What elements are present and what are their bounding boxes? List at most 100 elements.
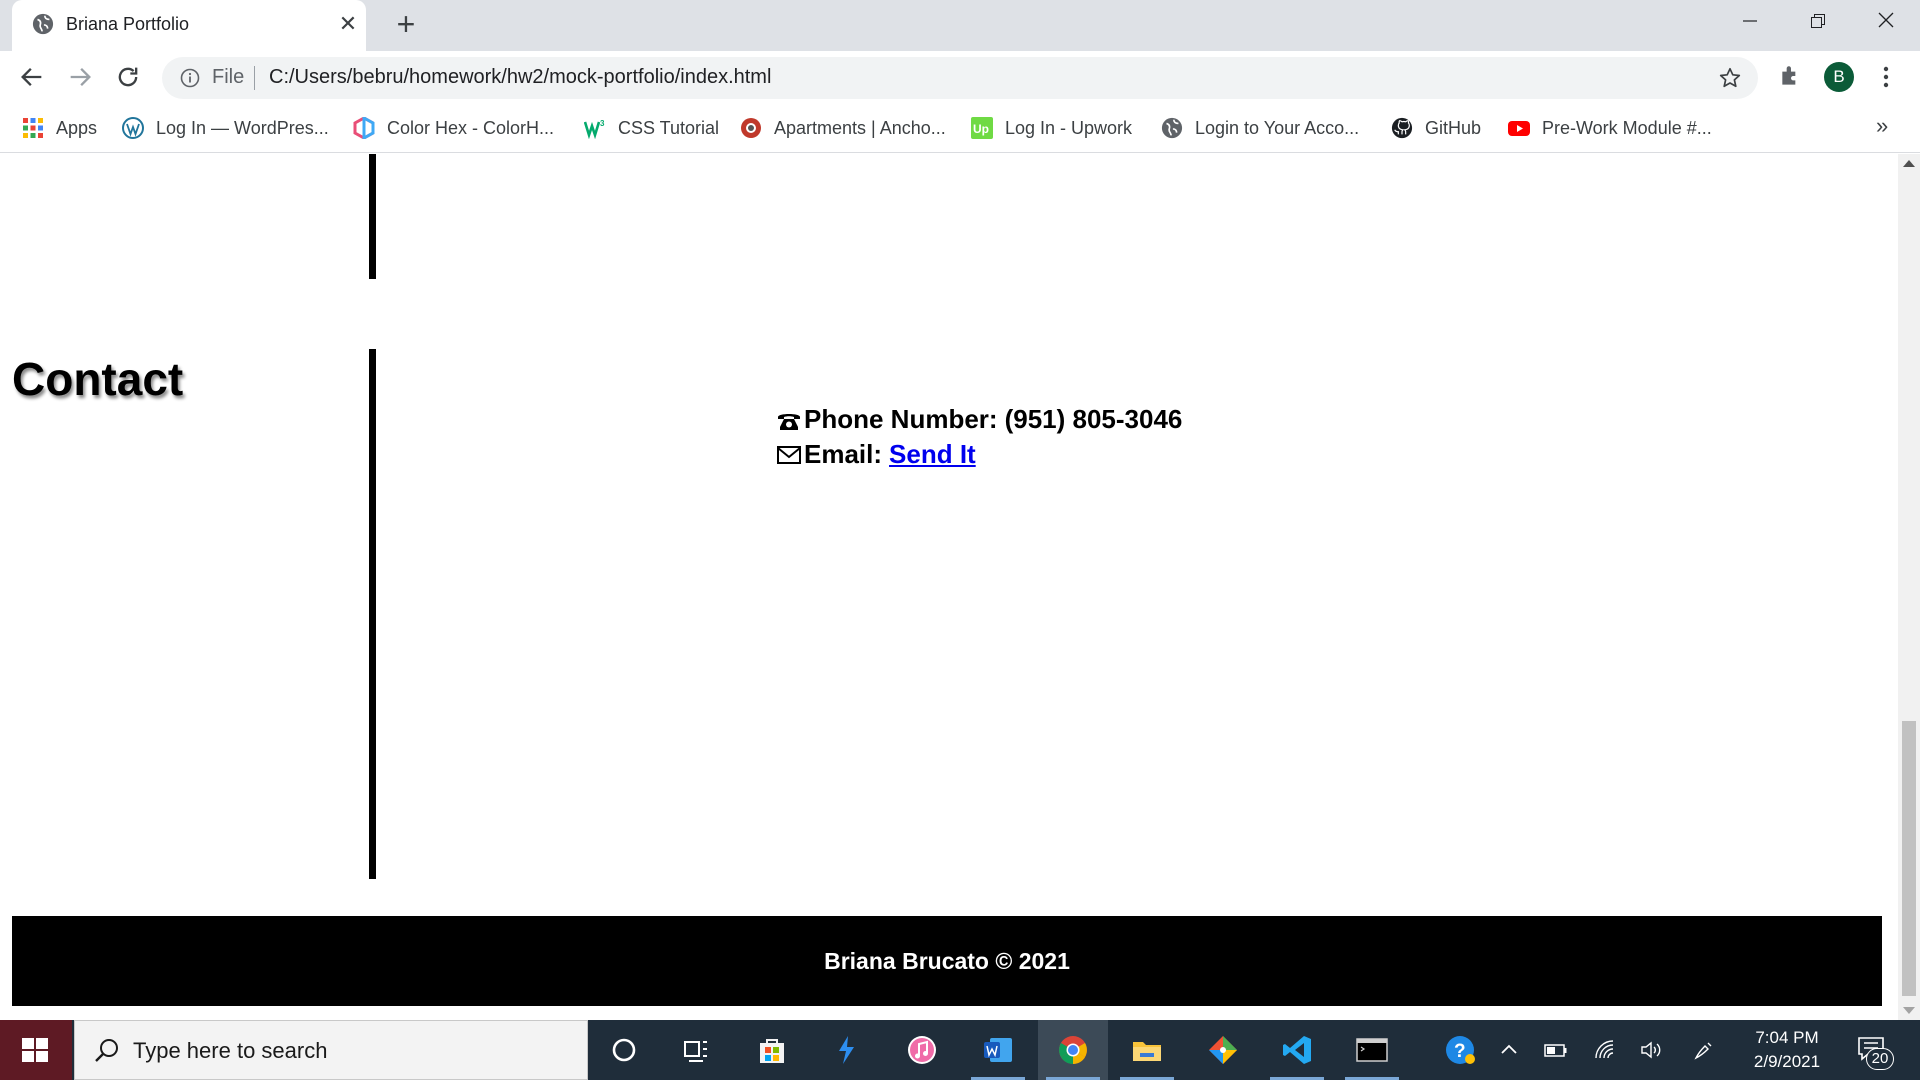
task-view-icon [684, 1041, 707, 1062]
reload-icon[interactable] [114, 63, 142, 91]
svg-text:3: 3 [600, 119, 605, 128]
contact-heading: Contact [12, 353, 184, 405]
windows-taskbar: Type here to search ? 7:04 PM 2/9/2021 2… [0, 1020, 1920, 1080]
itunes-icon [908, 1036, 936, 1064]
taskbar-store[interactable] [737, 1020, 807, 1080]
scroll-thumb[interactable] [1902, 721, 1916, 996]
search-icon [95, 1039, 118, 1062]
new-tab-button[interactable]: + [392, 8, 420, 40]
upwork-icon: Up [971, 117, 993, 139]
help-icon[interactable]: ? [1444, 1034, 1476, 1066]
bookmark-label: CSS Tutorial [618, 117, 720, 138]
phone-line: Phone Number: (951) 805-3046 [776, 404, 1182, 435]
chevron-up-icon[interactable] [1497, 1038, 1521, 1062]
colorhex-icon [353, 117, 375, 139]
profile-avatar[interactable]: B [1824, 62, 1854, 92]
git-icon [1209, 1036, 1237, 1064]
kebab-menu-icon[interactable] [1876, 65, 1896, 89]
footer: Briana Brucato © 2021 [12, 916, 1882, 1006]
bookmark-label: Color Hex - ColorH... [387, 117, 555, 138]
bookmark-label: Log In - Upwork [1005, 117, 1133, 138]
file-explorer-icon [1133, 1042, 1161, 1061]
info-icon[interactable] [180, 68, 200, 88]
bookmark-github[interactable]: GitHub [1391, 114, 1481, 142]
taskbar-clock[interactable]: 7:04 PM 2/9/2021 [1732, 1026, 1842, 1074]
bookmark-login-account[interactable]: Login to Your Acco... [1161, 114, 1359, 142]
email-line: Email: Send It [776, 439, 976, 470]
scroll-up-arrow-icon[interactable] [1903, 160, 1915, 167]
globe-icon [1161, 117, 1183, 139]
github-icon [1391, 117, 1413, 139]
pen-icon[interactable] [1692, 1038, 1716, 1062]
screen: Briana Portfolio ✕ + File C:/Users/bebru… [0, 0, 1920, 1080]
send-it-link[interactable]: Send It [889, 439, 976, 470]
notification-count-badge: 20 [1866, 1048, 1894, 1070]
wifi-icon[interactable] [1593, 1038, 1617, 1062]
back-arrow-icon[interactable] [18, 63, 46, 91]
close-tab-icon[interactable]: ✕ [335, 11, 361, 37]
windows-logo-icon [22, 1038, 48, 1062]
volume-icon[interactable] [1639, 1038, 1663, 1062]
task-view-button[interactable] [661, 1020, 731, 1080]
taskbar-itunes[interactable] [887, 1020, 957, 1080]
taskbar-git[interactable] [1188, 1020, 1258, 1080]
url-text[interactable]: C:/Users/bebru/homework/hw2/mock-portfol… [269, 66, 771, 89]
bookmarks-overflow-button[interactable]: » [1876, 113, 1888, 139]
phone-label: Phone Number: [804, 404, 998, 434]
apartments-icon [741, 118, 761, 138]
close-window-button[interactable] [1852, 0, 1920, 44]
youtube-icon [1508, 121, 1530, 136]
taskbar-file-explorer[interactable] [1112, 1020, 1182, 1080]
restore-icon [1811, 14, 1825, 28]
app-bolt-icon [839, 1036, 854, 1064]
bookmark-wordpress[interactable]: Log In — WordPres... [122, 114, 329, 142]
bookmark-star-icon[interactable] [1718, 66, 1742, 90]
minimize-icon [1743, 20, 1757, 22]
taskbar-bolt-app[interactable] [811, 1020, 881, 1080]
bookmark-apartments[interactable]: Apartments | Ancho... [740, 114, 946, 142]
email-label: Email: [804, 439, 883, 469]
bookmark-apps[interactable]: Apps [22, 114, 97, 142]
forward-arrow-icon[interactable] [66, 63, 94, 91]
page-scrollbar[interactable] [1898, 154, 1920, 1020]
bookmark-upwork[interactable]: Up Log In - Upwork [971, 114, 1132, 142]
address-bar[interactable]: File C:/Users/bebru/homework/hw2/mock-po… [162, 57, 1758, 99]
vscode-icon [1283, 1036, 1311, 1064]
omnibox-separator [254, 66, 255, 90]
taskbar-chrome[interactable] [1038, 1020, 1108, 1080]
extensions-puzzle-icon[interactable] [1778, 63, 1804, 89]
taskbar-terminal[interactable] [1337, 1020, 1407, 1080]
store-icon [760, 1039, 784, 1063]
apps-grid-icon [23, 118, 43, 138]
bookmark-label: GitHub [1425, 117, 1482, 138]
restore-button[interactable] [1784, 0, 1852, 44]
wordpress-icon [122, 117, 144, 139]
browser-toolbar: File C:/Users/bebru/homework/hw2/mock-po… [0, 51, 1920, 103]
tab-strip: Briana Portfolio ✕ + [0, 0, 1920, 51]
taskbar-vscode[interactable] [1262, 1020, 1332, 1080]
section-divider-top [369, 154, 376, 279]
phone-number: (951) 805-3046 [1004, 404, 1183, 434]
tab-title: Briana Portfolio [66, 14, 190, 34]
minimize-button[interactable] [1716, 0, 1784, 44]
w3schools-icon: 3 [584, 119, 605, 139]
scroll-down-arrow-icon[interactable] [1903, 1007, 1915, 1014]
footer-text: Briana Brucato © 2021 [824, 948, 1070, 974]
cortana-button[interactable] [589, 1020, 659, 1080]
tab-briana-portfolio[interactable]: Briana Portfolio ✕ [12, 0, 366, 51]
bookmark-css-tutorial[interactable]: 3 CSS Tutorial [584, 114, 719, 142]
bookmark-label: Apps [56, 117, 98, 138]
bookmark-prework[interactable]: Pre-Work Module #... [1508, 114, 1712, 142]
taskbar-word[interactable] [963, 1020, 1033, 1080]
clock-time: 7:04 PM [1755, 1028, 1819, 1047]
start-button[interactable] [0, 1020, 72, 1080]
envelope-icon [777, 445, 801, 464]
battery-icon[interactable] [1544, 1038, 1568, 1062]
bookmark-label: Pre-Work Module #... [1542, 117, 1712, 138]
scheme-label: File [212, 66, 245, 88]
chrome-icon [1059, 1036, 1087, 1064]
taskbar-search-box[interactable]: Type here to search [74, 1020, 588, 1080]
clock-date: 2/9/2021 [1753, 1052, 1821, 1071]
bookmark-colorhex[interactable]: Color Hex - ColorH... [353, 114, 554, 142]
globe-icon [32, 13, 54, 35]
